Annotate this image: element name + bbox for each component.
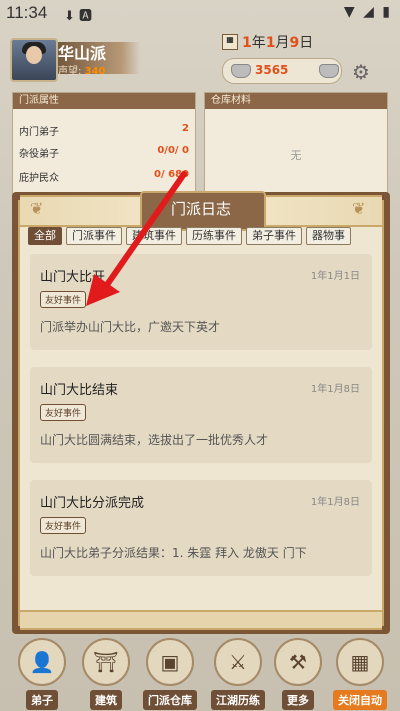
- nav-buildings[interactable]: ⛩ 建筑: [76, 638, 136, 710]
- nav-toggle-auto[interactable]: ▦ 关闭自动: [330, 638, 390, 710]
- decor-swirl-icon: ❦: [352, 199, 366, 218]
- panel-title: 仓库材料: [205, 93, 387, 109]
- attr-label: 内门弟子: [19, 127, 59, 138]
- attr-value: 0/0/ 0: [157, 145, 189, 156]
- log-entry-date: 1年1月8日: [310, 497, 360, 508]
- date-month: 1: [265, 35, 276, 51]
- dialog-bottom-border: [20, 610, 382, 630]
- tab-artifact-events[interactable]: 器物事: [306, 227, 351, 245]
- warehouse-panel: 仓库材料 无: [204, 92, 388, 194]
- event-type-badge: 友好事件: [40, 404, 87, 421]
- calendar-icon: ▦: [222, 34, 238, 50]
- status-time: 11:34: [6, 3, 48, 22]
- log-entry-description: 山门大比弟子分派结果：1. 朱霆 拜入 龙傲天 门下: [40, 546, 307, 560]
- log-entry-title: 山门大比结束: [40, 383, 119, 398]
- nav-label: 更多: [282, 690, 314, 710]
- chest-icon: ▣: [146, 638, 194, 686]
- log-entry-description: 山门大比圆满结束，选拔出了一批优秀人才: [40, 433, 269, 447]
- date-year-unit: 年: [251, 35, 266, 51]
- attr-value: 2: [182, 123, 189, 134]
- hammer-icon: ⚒: [274, 638, 322, 686]
- silver-add-icon[interactable]: [319, 64, 339, 78]
- building-icon: ⛩: [82, 638, 130, 686]
- nav-label: 门派仓库: [143, 690, 197, 710]
- nav-disciples[interactable]: 👤 弟子: [12, 638, 72, 710]
- system-icons: ▼ ◢ ▮: [343, 4, 392, 20]
- attr-label: 庇护民众: [19, 173, 59, 184]
- notification-icons: ⬇ 🅰: [64, 9, 93, 24]
- nav-label: 建筑: [90, 690, 122, 710]
- silver-ingot-icon: [231, 64, 251, 78]
- attr-label: 杂役弟子: [19, 149, 59, 160]
- silver-counter: 3565: [222, 58, 342, 84]
- log-entry[interactable]: 山门大比分派完成 1年1月8日 友好事件 山门大比弟子分派结果：1. 朱霆 拜入…: [30, 480, 372, 576]
- date-day-unit: 日: [299, 35, 314, 51]
- nav-jianghu-training[interactable]: ⚔ 江湖历练: [208, 638, 268, 710]
- warrior-icon: ⚔: [214, 638, 262, 686]
- prestige-label: 声望:: [58, 66, 82, 77]
- decor-swirl-icon: ❦: [30, 199, 44, 218]
- log-entry-title: 山门大比分派完成: [40, 496, 145, 511]
- tab-disciple-events[interactable]: 弟子事件: [246, 227, 302, 245]
- log-entry-description: 门派举办山门大比，广邀天下英才: [40, 320, 221, 334]
- silver-value: 3565: [255, 63, 289, 77]
- event-type-badge: 友好事件: [40, 517, 87, 534]
- panel-title: 门派属性: [13, 93, 195, 109]
- date-day: 9: [289, 35, 300, 51]
- calendar-icon: ▦: [336, 638, 384, 686]
- log-entry[interactable]: 山门大比结束 1年1月8日 友好事件 山门大比圆满结束，选拔出了一批优秀人才: [30, 367, 372, 463]
- warehouse-empty-text: 无: [290, 149, 302, 162]
- status-bar: 11:34 ⬇ 🅰 ▼ ◢ ▮: [0, 0, 400, 26]
- nav-more[interactable]: ⚒ 更多: [268, 638, 328, 710]
- game-date: 1年1月9日: [242, 32, 313, 52]
- annotation-arrow-icon: [86, 171, 187, 306]
- disciple-icon: 👤: [18, 638, 66, 686]
- avatar[interactable]: [10, 38, 58, 82]
- nav-label: 江湖历练: [211, 690, 265, 710]
- prestige: 声望: 340: [58, 62, 105, 77]
- log-entry-date: 1年1月8日: [310, 384, 360, 395]
- sect-name: 华山派: [58, 44, 107, 63]
- nav-label: 弟子: [26, 690, 58, 710]
- nav-warehouse[interactable]: ▣ 门派仓库: [140, 638, 200, 710]
- log-entry-date: 1年1月1日: [310, 271, 360, 282]
- bottom-nav: 👤 弟子 ⛩ 建筑 ▣ 门派仓库 ⚔ 江湖历练 ⚒ 更多 ▦ 关闭自动: [0, 636, 400, 711]
- tab-all[interactable]: 全部: [28, 227, 62, 245]
- nav-label: 关闭自动: [333, 690, 387, 710]
- settings-gear-icon[interactable]: ⚙: [352, 60, 370, 84]
- date-month-unit: 月: [275, 35, 290, 51]
- prestige-value: 340: [84, 66, 106, 77]
- date-year: 1: [242, 35, 252, 51]
- avatar-face: [26, 46, 42, 64]
